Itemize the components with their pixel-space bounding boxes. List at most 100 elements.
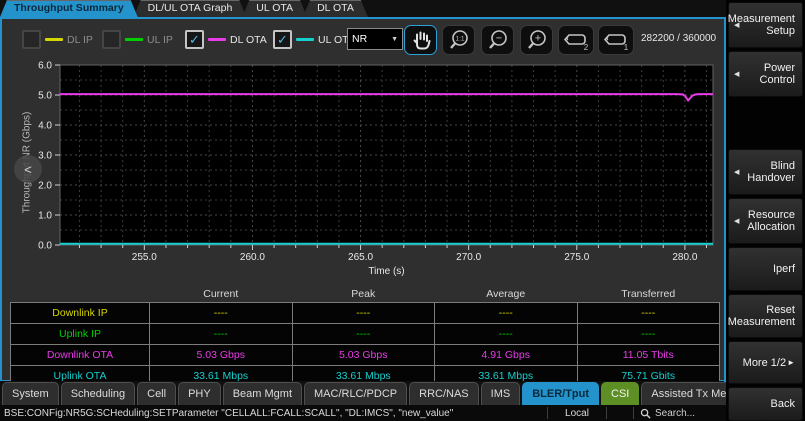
svg-text:275.0: 275.0 <box>564 252 589 263</box>
status-divider <box>606 407 607 419</box>
search-field[interactable]: Search... <box>634 408 726 419</box>
measurement-setup-button[interactable]: ◀ Measurement Setup <box>728 2 803 48</box>
ul-ota-color-swatch <box>296 38 314 41</box>
table-row-uplink-ip: Uplink IP ---- ---- ---- ---- <box>11 324 720 345</box>
tag-2-button[interactable]: 2 <box>558 25 594 55</box>
cell-value: 5.03 Gbps <box>292 345 435 366</box>
ul-ip-checkbox[interactable] <box>102 30 121 49</box>
col-header-peak: Peak <box>292 285 435 303</box>
throughput-panel: DL IP UL IP ✓ DL OTA ✓ UL OTA NR ▼ <box>0 17 726 382</box>
bottom-tab-bar: System Scheduling Cell PHY Beam Mgmt MAC… <box>0 381 724 405</box>
svg-text:260.0: 260.0 <box>240 252 265 263</box>
tab-phy[interactable]: PHY <box>178 382 221 405</box>
row-label: Downlink OTA <box>11 345 150 366</box>
dl-ota-label: DL OTA <box>230 34 267 46</box>
tag-1-button[interactable]: 1 <box>598 25 634 55</box>
zoom-out-button[interactable]: − <box>481 25 514 55</box>
left-arrow-icon: ◀ <box>734 21 739 29</box>
tab-csi[interactable]: CSI <box>601 382 639 405</box>
col-header-transferred: Transferred <box>577 285 720 303</box>
button-label: Blind Handover <box>741 160 795 184</box>
right-arrow-icon: ► <box>787 358 795 367</box>
table-row-downlink-ota: Downlink OTA 5.03 Gbps 5.03 Gbps 4.91 Gb… <box>11 345 720 366</box>
row-label: Downlink IP <box>11 303 150 324</box>
legend-ul-ip: UL IP <box>102 30 173 49</box>
dl-ota-checkbox[interactable]: ✓ <box>185 30 204 49</box>
legend-ul-ota: ✓ UL OTA <box>273 30 355 49</box>
throughput-chart-area[interactable]: Throughput NR (Gbps) 0.01.02.03.04.05.06… <box>2 59 720 283</box>
throughput-summary-table: Current Peak Average Transferred Downlin… <box>10 285 720 387</box>
pan-tool-button[interactable] <box>404 25 437 55</box>
table-row-downlink-ip: Downlink IP ---- ---- ---- ---- <box>11 303 720 324</box>
rat-selector-dropdown[interactable]: NR ▼ <box>347 28 403 50</box>
col-header-average: Average <box>435 285 578 303</box>
zoom-out-icon: − <box>485 28 511 52</box>
cell-value: 5.03 Gbps <box>150 345 293 366</box>
zoom-in-button[interactable]: + <box>520 25 553 55</box>
button-label: Back <box>771 398 795 410</box>
svg-text:1.0: 1.0 <box>38 211 52 222</box>
resource-allocation-button[interactable]: ◀ Resource Allocation <box>728 198 803 244</box>
button-label: Reset Measurement <box>728 304 795 328</box>
ul-ip-color-swatch <box>125 38 143 41</box>
throughput-chart[interactable]: 0.01.02.03.04.05.06.0255.0260.0265.0270.… <box>2 59 720 281</box>
tab-dl-ota[interactable]: DL OTA <box>303 0 368 17</box>
collapse-panel-button[interactable]: < <box>14 155 42 183</box>
dl-ip-color-swatch <box>45 38 63 41</box>
button-label: Power Control <box>741 62 795 86</box>
power-control-button[interactable]: ◀ Power Control <box>728 51 803 97</box>
dropdown-arrow-icon: ▼ <box>391 36 398 43</box>
dl-ip-label: DL IP <box>67 34 93 46</box>
search-placeholder: Search... <box>655 408 695 419</box>
cell-value: ---- <box>577 303 720 324</box>
tab-dl-ul-ota-graph[interactable]: DL/UL OTA Graph <box>134 0 247 17</box>
reset-measurement-button[interactable]: Reset Measurement <box>728 294 803 338</box>
button-label: Resource Allocation <box>741 209 795 233</box>
softkey-spacer <box>728 100 803 146</box>
tab-rrc-nas[interactable]: RRC/NAS <box>409 382 479 405</box>
dl-ota-color-swatch <box>208 38 226 41</box>
iperf-button[interactable]: Iperf <box>728 247 803 291</box>
svg-text:255.0: 255.0 <box>132 252 157 263</box>
svg-text:3.0: 3.0 <box>38 151 52 162</box>
cell-value: 11.05 Tbits <box>577 345 720 366</box>
top-tab-bar: Throughput Summary DL/UL OTA Graph UL OT… <box>0 0 726 17</box>
svg-text:+: + <box>534 33 540 45</box>
zoom-in-icon: + <box>524 28 550 52</box>
cell-value: ---- <box>435 324 578 345</box>
more-pages-button[interactable]: More 1/2 ► <box>728 341 803 384</box>
svg-text:1: 1 <box>624 43 629 52</box>
blind-handover-button[interactable]: ◀ Blind Handover <box>728 149 803 195</box>
cell-value: ---- <box>150 303 293 324</box>
ul-ota-checkbox[interactable]: ✓ <box>273 30 292 49</box>
svg-text:280.0: 280.0 <box>672 252 697 263</box>
svg-text:Time (s): Time (s) <box>368 266 404 277</box>
tab-bler-tput[interactable]: BLER/Tput <box>522 382 599 405</box>
scpi-command-text: BSE:CONFig:NR5G:SCHeduling:SETParameter … <box>0 408 547 419</box>
legend-toolbar-row: DL IP UL IP ✓ DL OTA ✓ UL OTA NR ▼ <box>2 19 720 59</box>
tab-cell[interactable]: Cell <box>137 382 176 405</box>
svg-text:2: 2 <box>584 43 589 52</box>
dl-ip-checkbox[interactable] <box>22 30 41 49</box>
zoom-reset-button[interactable]: 1:1 <box>442 25 475 55</box>
tab-mac-rlc-pdcp[interactable]: MAC/RLC/PDCP <box>304 382 407 405</box>
cell-value: ---- <box>292 324 435 345</box>
col-header-current: Current <box>150 285 293 303</box>
tab-scheduling[interactable]: Scheduling <box>61 382 135 405</box>
tab-ul-ota[interactable]: UL OTA <box>242 0 307 17</box>
table-header-row: Current Peak Average Transferred <box>11 285 720 303</box>
softkey-sidebar: ◀ Measurement Setup ◀ Power Control ◀ Bl… <box>726 0 805 421</box>
left-arrow-icon: ◀ <box>734 70 739 78</box>
svg-text:1:1: 1:1 <box>455 36 464 43</box>
cell-value: ---- <box>292 303 435 324</box>
tag-2-icon: 2 <box>561 28 591 52</box>
cell-value: ---- <box>150 324 293 345</box>
back-button[interactable]: Back <box>728 387 803 421</box>
row-label: Uplink IP <box>11 324 150 345</box>
tag-1-icon: 1 <box>601 28 631 52</box>
zoom-1to1-icon: 1:1 <box>446 28 472 52</box>
tab-throughput-summary[interactable]: Throughput Summary <box>0 0 138 17</box>
tab-beam-mgmt[interactable]: Beam Mgmt <box>223 382 302 405</box>
tab-system[interactable]: System <box>2 382 59 405</box>
tab-ims[interactable]: IMS <box>481 382 521 405</box>
